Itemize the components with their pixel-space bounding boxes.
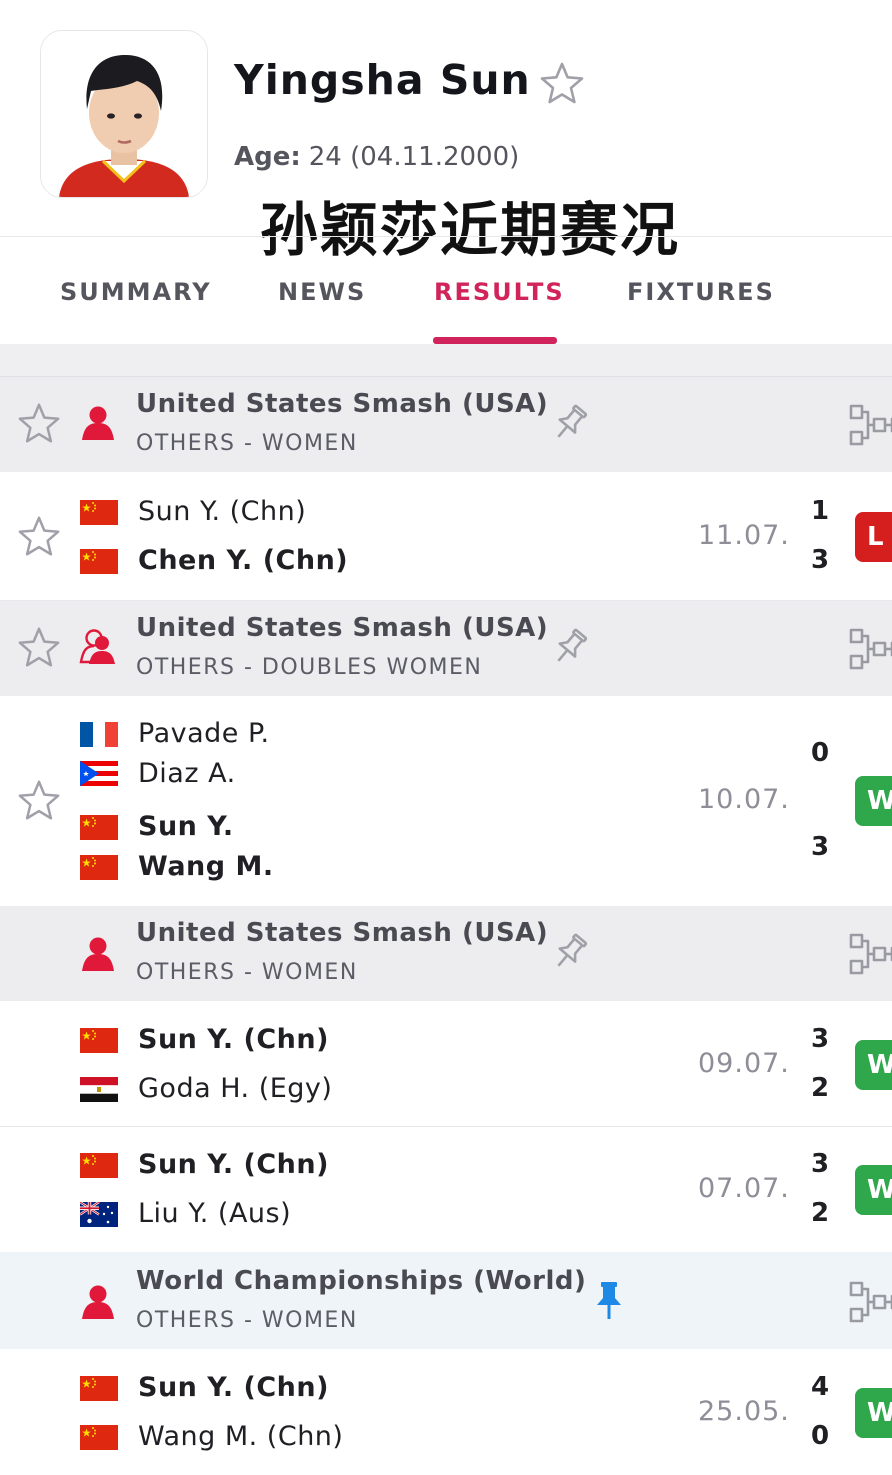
result-badge: W <box>855 1040 892 1090</box>
women-doubles-icon <box>78 627 118 667</box>
china-flag-icon <box>80 1028 118 1053</box>
active-tab-indicator <box>433 337 557 344</box>
china-flag-icon <box>80 549 118 574</box>
league-header[interactable]: United States Smash (USA) OTHERS - WOMEN <box>0 906 892 1001</box>
egypt-flag-icon <box>80 1077 118 1102</box>
china-flag-icon <box>80 1376 118 1401</box>
australia-flag-icon <box>80 1202 118 1227</box>
women-singles-icon <box>78 934 118 974</box>
women-singles-icon <box>78 403 118 443</box>
china-flag-icon <box>80 855 118 880</box>
match-row[interactable]: Sun Y. (Chn) Liu Y. (Aus) 07.07. 3 2 W <box>0 1127 892 1252</box>
away-player-name: Wang M. (Chn) <box>138 1421 344 1452</box>
away-player-name: Goda H. (Egy) <box>138 1073 333 1104</box>
star-icon[interactable] <box>16 778 62 824</box>
favorite-star-icon[interactable] <box>538 60 586 108</box>
tab-news[interactable]: NEWS <box>278 278 366 306</box>
home-score: 3 <box>810 1149 830 1179</box>
puerto-rico-flag-icon <box>80 761 118 786</box>
away-player-name: Sun Y. <box>138 811 234 842</box>
league-name[interactable]: United States Smash (USA) <box>136 389 548 419</box>
home-score: 1 <box>810 496 830 526</box>
china-flag-icon <box>80 1425 118 1450</box>
away-score: 2 <box>810 1073 830 1103</box>
league-name[interactable]: World Championships (World) <box>136 1266 586 1296</box>
tab-results[interactable]: RESULTS <box>434 278 565 306</box>
match-row[interactable]: Pavade P. Diaz A. Sun Y. Wang M. 10.07. … <box>0 696 892 907</box>
league-category: OTHERS - DOUBLES WOMEN <box>136 655 483 680</box>
match-date: 25.05. <box>698 1396 790 1427</box>
overlay-caption: 孙颖莎近期赛况 <box>260 196 681 264</box>
home-player-name: Sun Y. (Chn) <box>138 1024 329 1055</box>
draw-bracket-icon[interactable] <box>848 930 892 978</box>
home-score: 4 <box>810 1372 830 1402</box>
player-name: Yingsha Sun <box>234 56 531 104</box>
star-icon[interactable] <box>16 625 62 671</box>
result-badge: L <box>855 512 892 562</box>
tab-fixtures[interactable]: FIXTURES <box>627 278 775 306</box>
away-score: 3 <box>810 545 830 575</box>
china-flag-icon <box>80 500 118 525</box>
league-category: OTHERS - WOMEN <box>136 960 358 985</box>
home-player-name: Sun Y. (Chn) <box>138 1372 329 1403</box>
pin-icon[interactable] <box>550 401 590 445</box>
player-avatar <box>41 31 207 197</box>
league-name[interactable]: United States Smash (USA) <box>136 613 548 643</box>
away-player-name: Liu Y. (Aus) <box>138 1198 292 1229</box>
match-date: 07.07. <box>698 1173 790 1204</box>
china-flag-icon <box>80 815 118 840</box>
draw-bracket-icon[interactable] <box>848 625 892 673</box>
star-icon[interactable] <box>16 514 62 560</box>
league-header[interactable]: United States Smash (USA) OTHERS - WOMEN <box>0 377 892 472</box>
away-player-name: Chen Y. (Chn) <box>138 545 349 576</box>
result-badge: W <box>855 1165 892 1215</box>
home-player-name: Diaz A. <box>138 758 236 789</box>
header-divider <box>0 236 892 237</box>
player-age: Age: 24 (04.11.2000) <box>234 142 519 172</box>
match-row[interactable]: Sun Y. (Chn) Chen Y. (Chn) 11.07. 1 3 L <box>0 472 892 601</box>
pin-active-icon[interactable] <box>589 1278 629 1322</box>
match-date: 11.07. <box>698 520 790 551</box>
away-score: 3 <box>810 832 830 862</box>
player-photo <box>40 30 208 198</box>
age-label: Age: <box>234 142 301 172</box>
away-score: 2 <box>810 1198 830 1228</box>
league-name[interactable]: United States Smash (USA) <box>136 918 548 948</box>
league-category: OTHERS - WOMEN <box>136 431 358 456</box>
home-player-name: Pavade P. <box>138 718 270 749</box>
age-value: 24 (04.11.2000) <box>308 142 520 172</box>
star-icon[interactable] <box>16 401 62 447</box>
result-badge: W <box>855 776 892 826</box>
league-category: OTHERS - WOMEN <box>136 1308 358 1333</box>
pin-icon[interactable] <box>550 625 590 669</box>
league-header[interactable]: World Championships (World) OTHERS - WOM… <box>0 1252 892 1349</box>
home-player-name: Sun Y. (Chn) <box>138 1149 329 1180</box>
match-date: 10.07. <box>698 784 790 815</box>
draw-bracket-icon[interactable] <box>848 1278 892 1326</box>
home-score: 0 <box>810 738 830 768</box>
china-flag-icon <box>80 1153 118 1178</box>
away-score: 0 <box>810 1421 830 1451</box>
tab-summary[interactable]: SUMMARY <box>60 278 212 306</box>
france-flag-icon <box>80 722 118 747</box>
home-player-name: Sun Y. (Chn) <box>138 496 307 527</box>
match-row[interactable]: Sun Y. (Chn) Goda H. (Egy) 09.07. 3 2 W <box>0 1001 892 1127</box>
result-badge: W <box>855 1388 892 1438</box>
tabs-separator <box>0 344 892 377</box>
women-singles-icon <box>78 1282 118 1322</box>
pin-icon[interactable] <box>550 930 590 974</box>
match-date: 09.07. <box>698 1048 790 1079</box>
league-header[interactable]: United States Smash (USA) OTHERS - DOUBL… <box>0 601 892 696</box>
away-player-name: Wang M. <box>138 851 274 882</box>
home-score: 3 <box>810 1024 830 1054</box>
match-row[interactable]: Sun Y. (Chn) Wang M. (Chn) 25.05. 4 0 W <box>0 1349 892 1475</box>
draw-bracket-icon[interactable] <box>848 401 892 449</box>
